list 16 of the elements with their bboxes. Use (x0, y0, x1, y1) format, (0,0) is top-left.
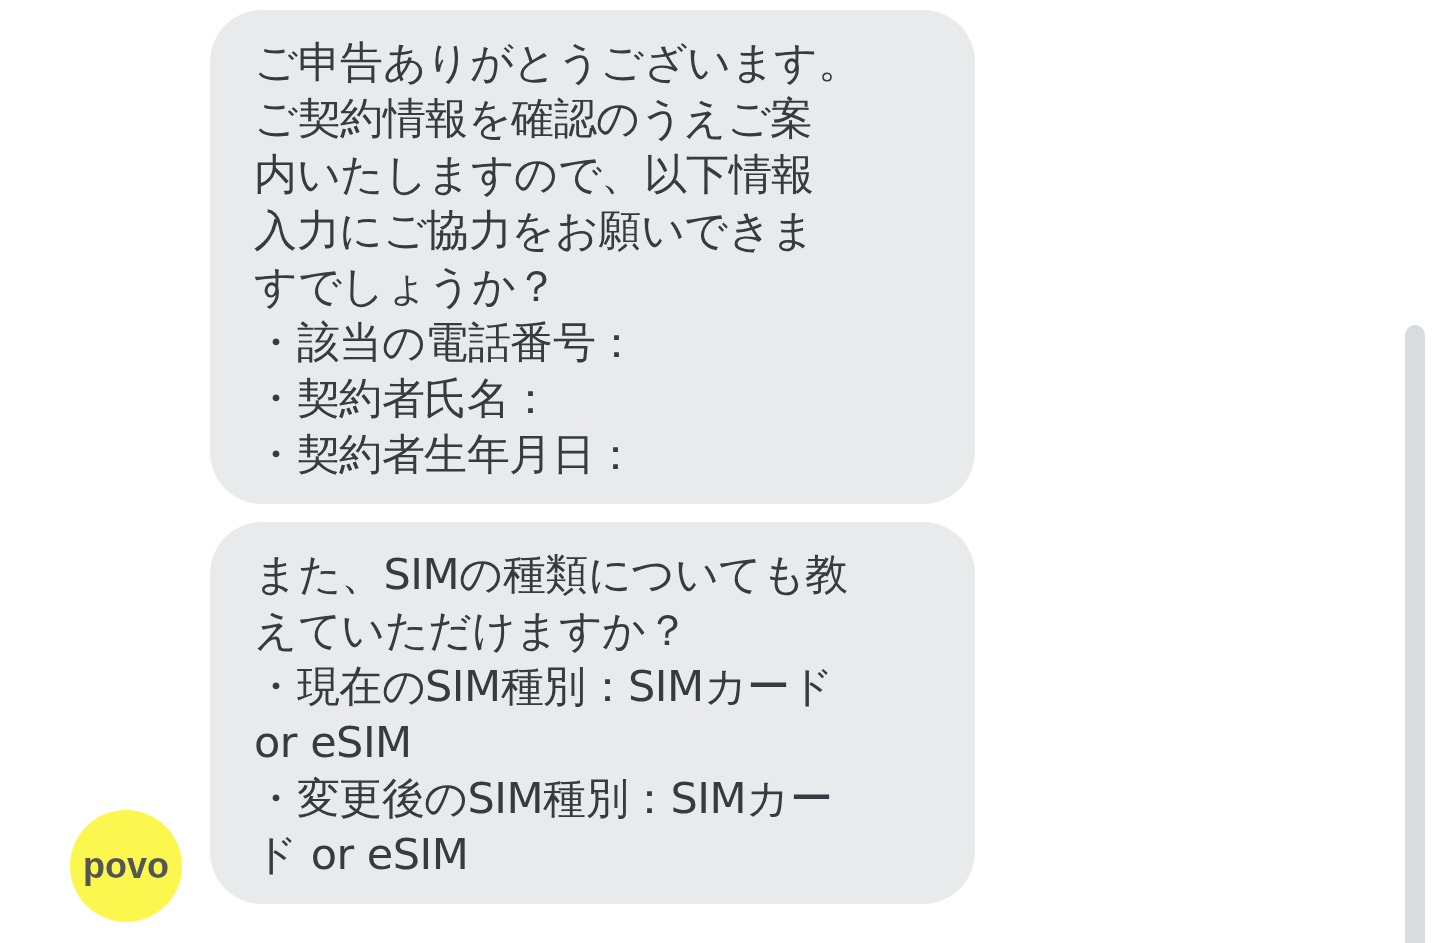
scrollbar[interactable] (1405, 325, 1425, 943)
message-line: or eSIM (254, 716, 413, 769)
message-line: ・該当の電話番号： (254, 316, 639, 369)
message-line: ド or eSIM (254, 828, 470, 881)
message-line: また、SIMの種類についても教 (254, 548, 849, 601)
message-line: 内いたしますので、以下情報 (254, 148, 815, 201)
message-line: ご契約情報を確認のうえご案 (254, 92, 814, 145)
avatar-logo: povo (83, 845, 169, 887)
message-line: ・現在のSIM種別：SIMカード (254, 660, 835, 713)
message-line: ご申告ありがとうございます。 (254, 36, 861, 89)
message-line: ・変更後のSIM種別：SIMカー (254, 772, 834, 825)
message-line: ・契約者氏名： (254, 372, 553, 425)
message-line: すでしょうか？ (254, 260, 559, 313)
message-line: 入力にご協力をお願いできま (254, 204, 816, 257)
message-line: ・契約者生年月日： (254, 428, 638, 481)
message-line: えていただけますか？ (254, 604, 689, 657)
